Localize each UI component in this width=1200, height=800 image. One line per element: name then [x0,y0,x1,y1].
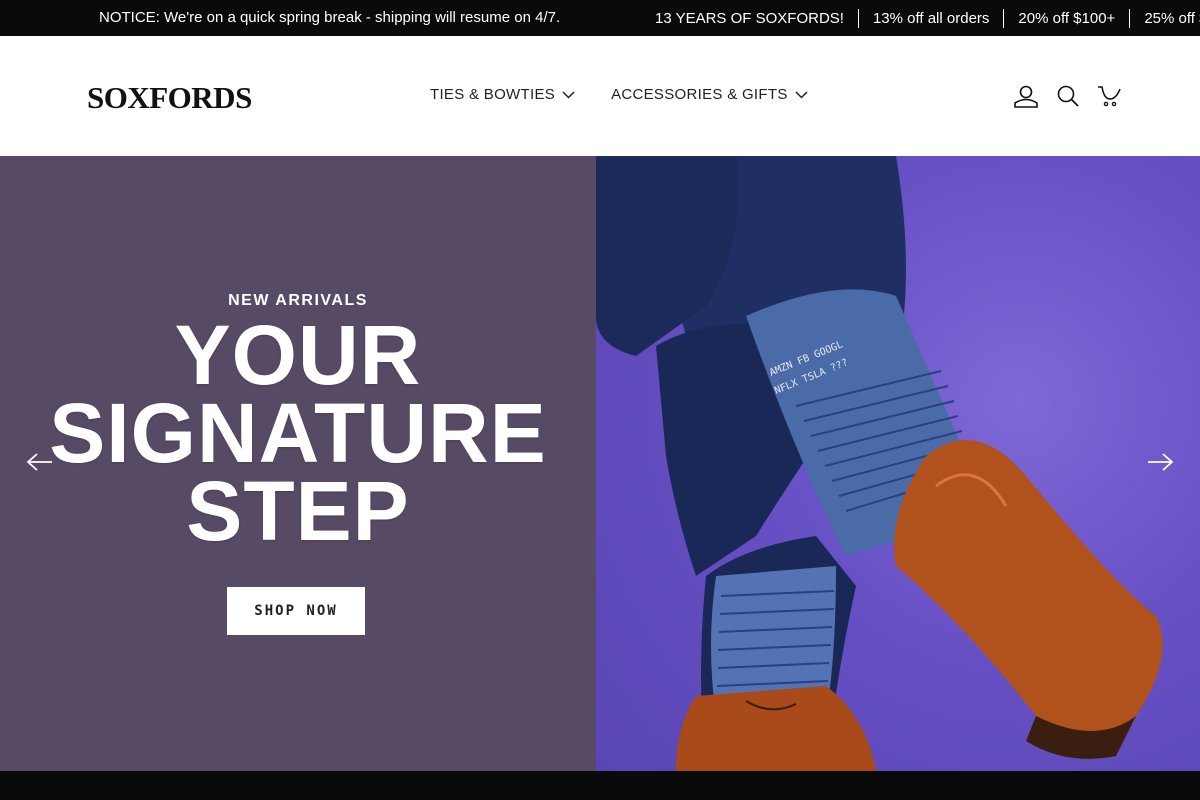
site-logo[interactable]: SOXFORDS [87,80,252,116]
slideshow-prev-button[interactable] [26,452,54,472]
nav-item-label: ACCESSORIES & GIFTS [611,86,788,103]
promo-item: 25% off $150+ [1129,9,1200,28]
headline-line: STEP [186,464,410,558]
promo-item: 20% off $100+ [1003,9,1129,28]
chevron-down-icon [562,90,575,99]
slideshow-next-button[interactable] [1146,452,1174,472]
footer-bar [0,771,1200,800]
chevron-down-icon [795,90,808,99]
promo-item: 13 YEARS OF SOXFORDS! [655,10,844,27]
main-nav: TIES & BOWTIES ACCESSORIES & GIFTS [430,86,808,103]
announcement-bar: NOTICE: We're on a quick spring break - … [0,0,1200,36]
headline-line: SIGNATURE [49,386,547,480]
cart-icon[interactable] [1096,82,1124,110]
nav-item-accessories-gifts[interactable]: ACCESSORIES & GIFTS [611,86,808,103]
account-icon[interactable] [1012,82,1040,110]
shop-now-button[interactable]: SHOP NOW [227,587,365,635]
promo-item: 13% off all orders [857,9,1003,28]
promo-list: 13 YEARS OF SOXFORDS! 13% off all orders… [655,9,1200,28]
hero-headline: YOUR SIGNATURE STEP [0,308,596,558]
nav-item-ties-bowties[interactable]: TIES & BOWTIES [430,86,575,103]
search-icon[interactable] [1054,82,1082,110]
site-header: SOXFORDS TIES & BOWTIES ACCESSORIES & GI… [0,36,1200,156]
hero-slideshow: NEW ARRIVALS YOUR SIGNATURE STEP SHOP NO… [0,156,1200,771]
socks-shoes-illustration: AMZN FB GOOGL NFLX TSLA ??? [596,156,1163,771]
headline-line: YOUR [174,308,422,402]
arrow-left-icon [26,453,52,471]
hero-text-panel: NEW ARRIVALS YOUR SIGNATURE STEP SHOP NO… [0,156,596,771]
arrow-right-icon [1148,453,1174,471]
hero-product-image: AMZN FB GOOGL NFLX TSLA ??? [596,156,1200,771]
shipping-notice: NOTICE: We're on a quick spring break - … [99,9,561,26]
header-actions [1012,82,1124,110]
nav-item-label: TIES & BOWTIES [430,86,556,103]
